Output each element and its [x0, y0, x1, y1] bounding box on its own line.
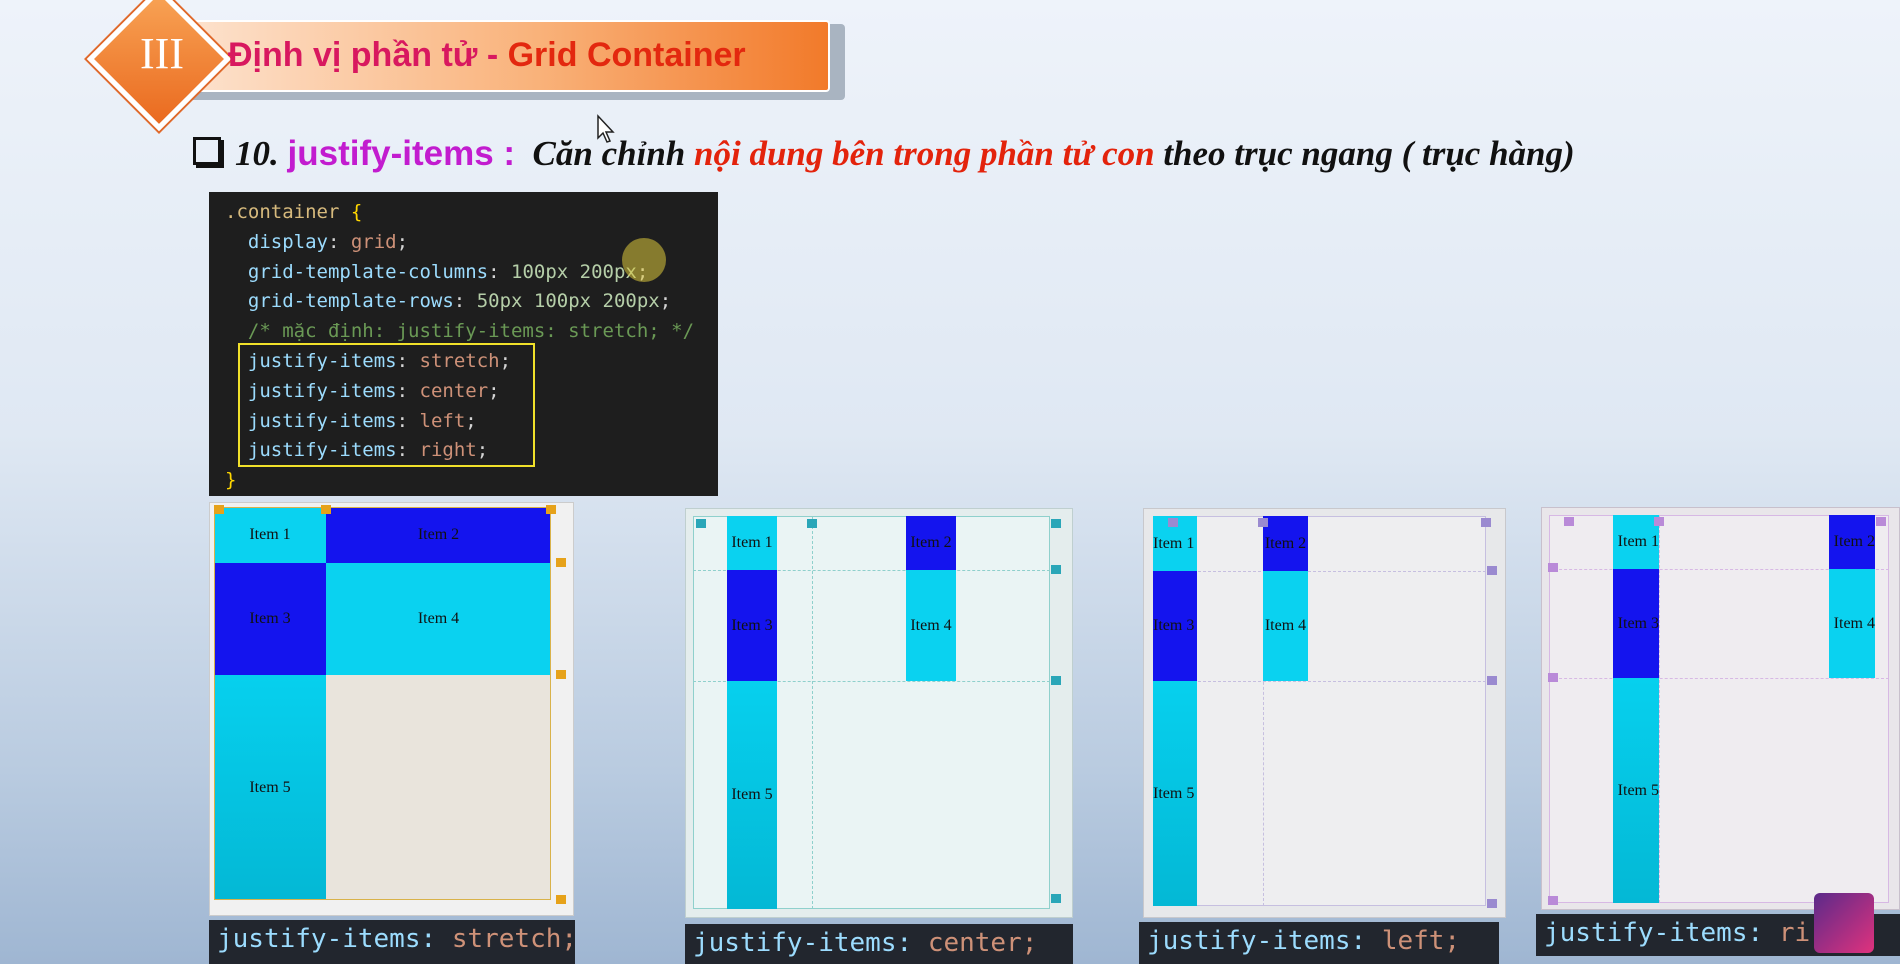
grid-line — [1659, 515, 1660, 903]
line-tag — [321, 505, 331, 514]
grid-line — [1153, 681, 1486, 682]
highlight-text: nội dung bên trong phần tử con — [694, 134, 1155, 173]
grid-item-3: Item 3 — [1153, 571, 1197, 681]
caption-left: justify-items: left; — [1139, 922, 1499, 964]
line-tag — [1051, 894, 1061, 903]
grid-item-5: Item 5 — [1153, 681, 1197, 906]
grid-item-2: Item 2 — [1829, 515, 1875, 569]
square-bullet-icon — [193, 137, 221, 165]
line-tag — [1051, 676, 1061, 685]
line-tag — [1487, 899, 1497, 908]
line-tag — [696, 519, 706, 528]
grid-item-2: Item 2 — [1263, 516, 1308, 571]
grid-item-4: Item 4 — [906, 570, 956, 681]
grid-item-1: Item 1 — [727, 516, 777, 570]
grid-item-5: Item 5 — [1613, 678, 1659, 903]
line-tag — [556, 895, 566, 904]
property-name: justify-items : — [287, 134, 516, 173]
demo-center: Item 1 Item 2 Item 3 Item 4 Item 5 — [685, 508, 1073, 918]
section-numeral: III — [140, 29, 184, 78]
page-title: Định vị phần tử - Grid Container — [228, 36, 746, 74]
line-tag — [1168, 518, 1178, 527]
line-tag — [1487, 676, 1497, 685]
caption-center: justify-items: center; — [685, 924, 1073, 964]
line-tag — [546, 505, 556, 514]
grid-item-3: Item 3 — [727, 570, 777, 681]
line-tag — [1876, 517, 1886, 526]
channel-avatar-icon — [1814, 893, 1874, 953]
line-tag — [1564, 517, 1574, 526]
grid-item-4: Item 4 — [1263, 571, 1308, 681]
grid-line — [1549, 678, 1889, 679]
demo-stretch: Item 1 Item 2 Item 3 Item 4 Item 5 — [209, 502, 574, 916]
line-tag — [1487, 566, 1497, 575]
line-tag — [214, 505, 224, 514]
grid-item-3: Item 3 — [1613, 569, 1659, 678]
grid-item-1: Item 1 — [1613, 515, 1659, 569]
line-tag — [1548, 673, 1558, 682]
grid-outline — [1153, 516, 1486, 906]
line-tag — [1051, 565, 1061, 574]
highlight-box — [238, 343, 535, 467]
line-tag — [1548, 563, 1558, 572]
line-tag — [807, 519, 817, 528]
line-tag — [1481, 518, 1491, 527]
caption-stretch: justify-items: stretch; — [209, 920, 575, 964]
demo-left: Item 1 Item 2 Item 3 Item 4 Item 5 — [1143, 508, 1506, 918]
line-tag — [1258, 518, 1268, 527]
cursor-highlight — [622, 238, 666, 282]
grid-outline — [214, 507, 551, 900]
grid-line — [812, 516, 813, 909]
line-tag — [556, 558, 566, 567]
line-tag — [1654, 517, 1664, 526]
grid-item-4: Item 4 — [1829, 569, 1875, 678]
line-tag — [1051, 519, 1061, 528]
grid-item-5: Item 5 — [727, 681, 777, 909]
grid-item-2: Item 2 — [906, 516, 956, 570]
mouse-pointer-icon — [597, 114, 615, 143]
section-heading: 10. justify-items : Căn chỉnh nội dung b… — [193, 134, 1575, 174]
line-tag — [1548, 896, 1558, 905]
demo-right: Item 1 Item 2 Item 3 Item 4 Item 5 — [1541, 507, 1900, 910]
grid-line — [1153, 571, 1486, 572]
line-tag — [556, 670, 566, 679]
